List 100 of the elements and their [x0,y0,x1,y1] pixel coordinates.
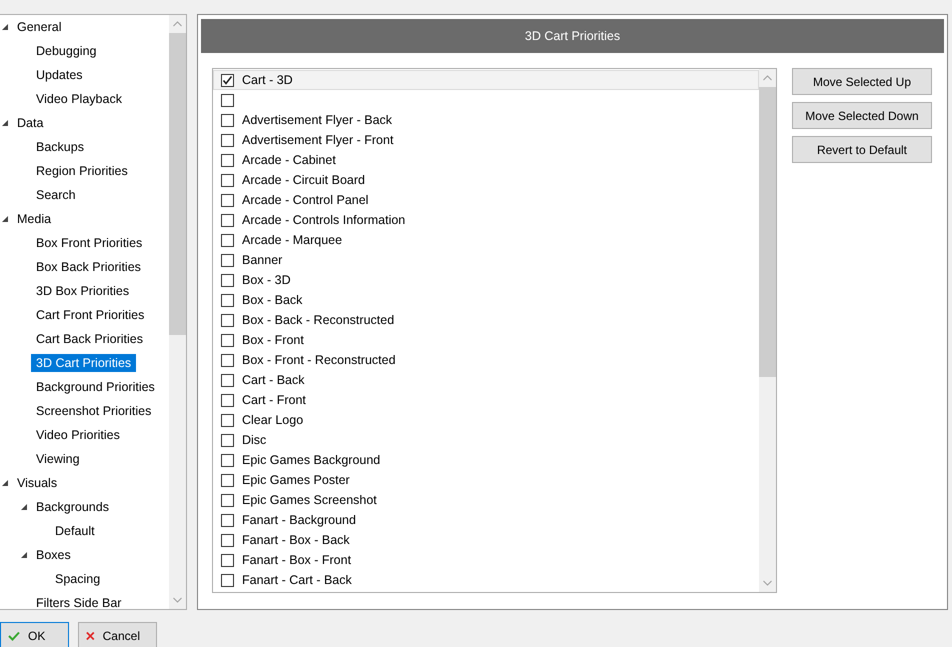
item-label: Disc [242,433,266,447]
list-row[interactable]: Fanart - Box - Front [213,550,759,570]
tree-item[interactable]: Screenshot Priorities [31,402,156,420]
tree-item[interactable]: Default [50,522,100,540]
close-icon [86,631,95,641]
list-row[interactable]: Box - Back [213,290,759,310]
tree-item[interactable]: General [12,18,66,36]
checkbox[interactable] [221,194,234,206]
tree-item[interactable]: Boxes [31,546,76,564]
checkbox[interactable] [221,354,234,366]
checkbox[interactable] [221,374,234,386]
list-row[interactable]: Cart - Front [213,390,759,410]
tree-item[interactable]: Search [31,186,81,204]
tree-item[interactable]: Spacing [50,570,106,588]
tree-item[interactable]: Viewing [31,450,85,468]
item-label: Box - 3D [242,273,291,287]
expanded-arrow-icon[interactable] [21,504,27,510]
tree-item[interactable]: Data [12,114,48,132]
checkbox[interactable] [221,414,234,426]
checkbox[interactable] [221,274,234,286]
expanded-arrow-icon[interactable] [2,24,8,30]
tree-item[interactable]: Video Playback [31,90,127,108]
checkbox[interactable] [221,254,234,266]
tree-item[interactable]: Updates [31,66,88,84]
tree-item[interactable]: 3D Box Priorities [31,282,134,300]
item-label: Box - Back [242,293,302,307]
list-row[interactable]: Arcade - Circuit Board [213,170,759,190]
action-button[interactable]: Move Selected Up [792,68,932,95]
expanded-arrow-icon[interactable] [2,216,8,222]
list-row[interactable]: Box - 3D [213,270,759,290]
list-row[interactable]: Arcade - Marquee [213,230,759,250]
action-button[interactable]: Move Selected Down [792,102,932,129]
checkbox[interactable] [221,294,234,306]
checkbox[interactable] [221,114,234,126]
list-row[interactable]: Arcade - Control Panel [213,190,759,210]
tree-item[interactable]: Box Back Priorities [31,258,146,276]
checkbox[interactable] [221,494,234,506]
expanded-arrow-icon[interactable] [2,120,8,126]
expanded-arrow-icon[interactable] [2,480,8,486]
list-row[interactable]: Advertisement Flyer - Back [213,110,759,130]
checkbox[interactable] [221,174,234,186]
list-row[interactable]: Fanart - Background [213,510,759,530]
list-row[interactable]: Fanart - Box - Back [213,530,759,550]
checkbox[interactable] [221,394,234,406]
checkbox[interactable] [221,234,234,246]
tree-item[interactable]: Media [12,210,56,228]
tree-item[interactable]: Box Front Priorities [31,234,148,252]
item-label: Clear Logo [242,413,304,427]
list-row[interactable]: Arcade - Controls Information [213,210,759,230]
list-row[interactable]: Epic Games Poster [213,470,759,490]
checkbox[interactable] [221,514,234,526]
tree-item[interactable]: Visuals [12,474,62,492]
checkbox[interactable] [221,534,234,546]
cancel-button[interactable]: Cancel [78,622,157,647]
action-button[interactable]: Revert to Default [792,136,932,163]
list-row[interactable]: Epic Games Background [213,450,759,470]
item-label: Fanart - Cart - Back [242,573,352,587]
tree-item[interactable]: Cart Front Priorities [31,306,150,324]
checkbox[interactable] [221,94,234,106]
list-row[interactable]: Advertisement Flyer - Front [213,130,759,150]
list-row[interactable]: Cart - 3D [213,70,759,90]
list-row[interactable]: Clear Logo [213,410,759,430]
checkbox[interactable] [221,134,234,146]
checkbox[interactable] [221,314,234,326]
list-row[interactable]: Cart - Back [213,370,759,390]
ok-button[interactable]: OK [0,622,69,647]
list-row[interactable]: Box - Front [213,330,759,350]
list-row[interactable]: Epic Games Screenshot [213,490,759,510]
item-label: Epic Games Poster [242,473,350,487]
tree-item[interactable]: Background Priorities [31,378,160,396]
list-row[interactable]: Fanart - Cart - Back [213,570,759,590]
checkbox[interactable] [221,334,234,346]
list-row[interactable]: Box - Front - Reconstructed [213,350,759,370]
checkbox[interactable] [221,74,234,86]
tree-item[interactable]: Cart Back Priorities [31,330,148,348]
checkbox[interactable] [221,554,234,566]
item-label: Cart - 3D [242,73,293,87]
item-label: Cart - Back [242,373,305,387]
tree-item[interactable]: Backups [31,138,89,156]
tree-item[interactable]: Debugging [31,42,102,60]
tree-item[interactable]: Filters Side Bar [31,594,126,612]
item-label: Arcade - Marquee [242,233,342,247]
expanded-arrow-icon[interactable] [21,552,27,558]
item-label: Epic Games Background [242,453,380,467]
list-row[interactable]: Box - Back - Reconstructed [213,310,759,330]
list-row[interactable]: Disc [213,430,759,450]
checkbox[interactable] [221,474,234,486]
checkbox[interactable] [221,574,234,586]
tree-item[interactable]: 3D Cart Priorities [31,354,136,372]
checkbox[interactable] [221,214,234,226]
checkbox[interactable] [221,434,234,446]
tree-item[interactable]: Region Priorities [31,162,133,180]
tree-item[interactable]: Video Priorities [31,426,125,444]
list-row[interactable]: Banner [213,250,759,270]
list-row[interactable]: Arcade - Cabinet [213,150,759,170]
tree-item[interactable]: Backgrounds [31,498,114,516]
item-label: Arcade - Cabinet [242,153,336,167]
item-label: Cart - Front [242,393,306,407]
checkbox[interactable] [221,454,234,466]
checkbox[interactable] [221,154,234,166]
